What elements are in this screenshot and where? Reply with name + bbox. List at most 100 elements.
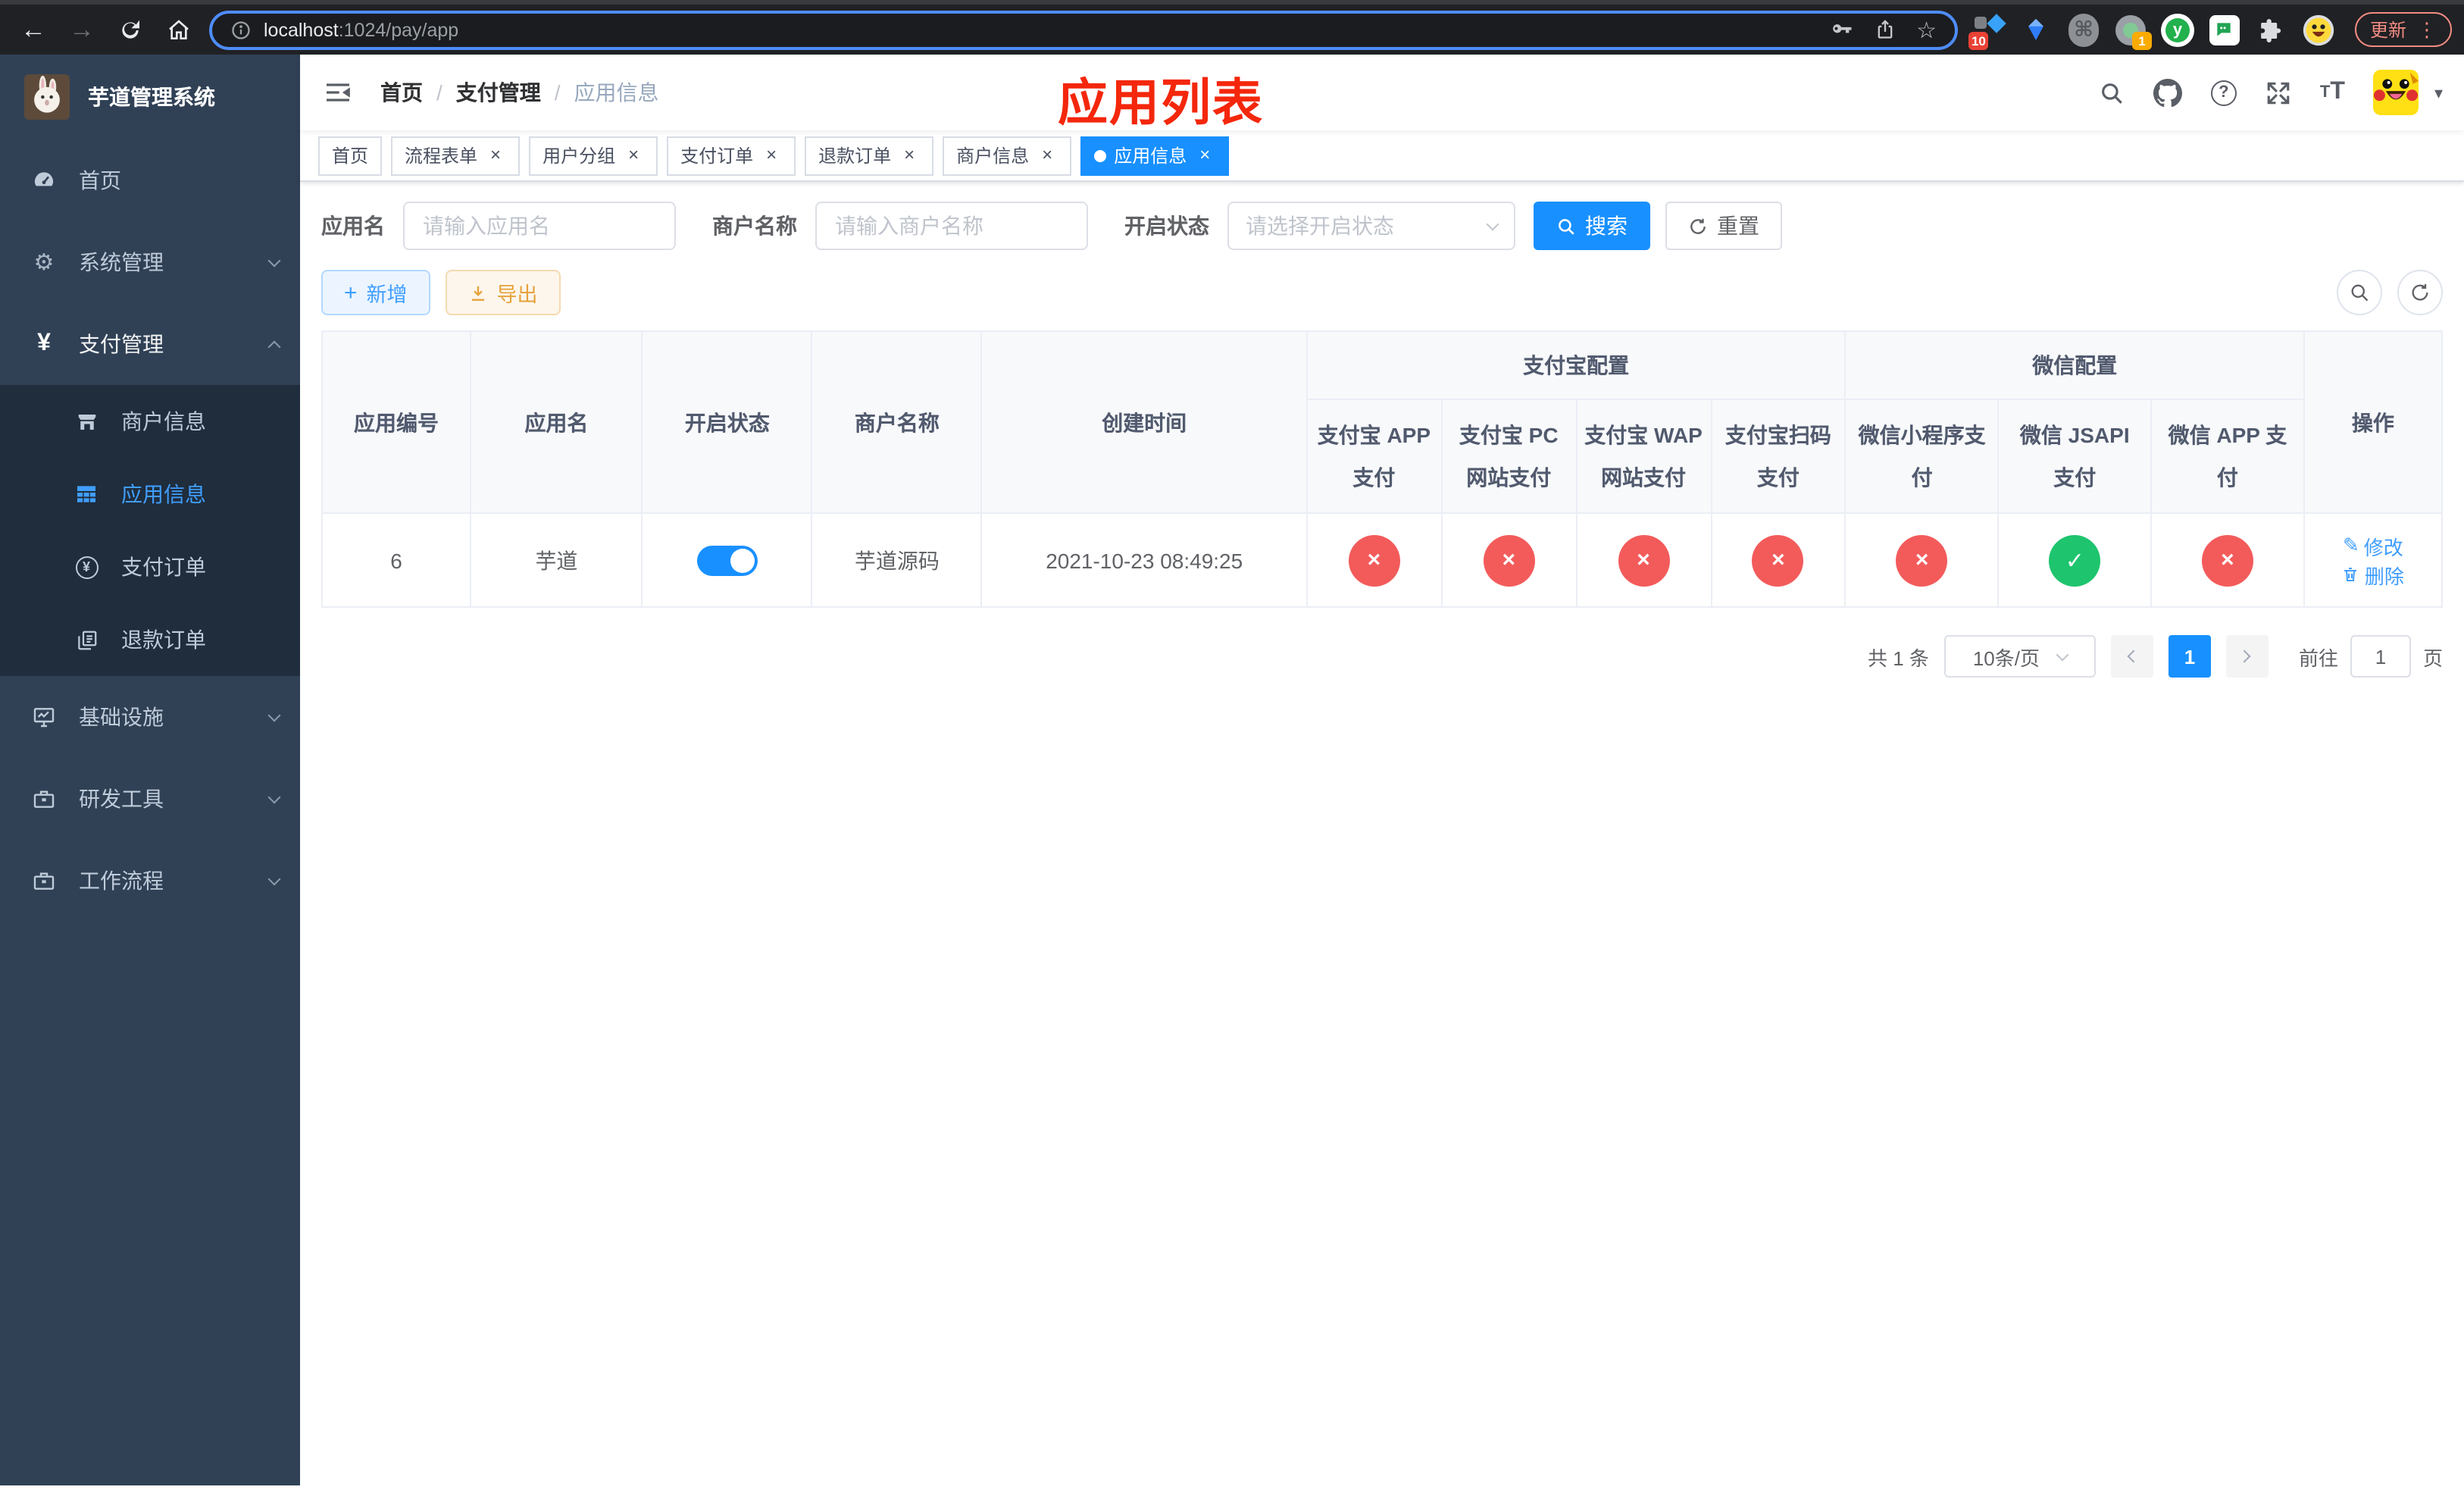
sidebar-item-home[interactable]: 首页 xyxy=(0,139,300,221)
refresh-button[interactable] xyxy=(2397,270,2443,315)
tab-home[interactable]: 首页 xyxy=(318,136,383,175)
font-size-icon[interactable]: TT xyxy=(2320,79,2345,106)
github-icon[interactable] xyxy=(2153,78,2182,107)
extension-chat-icon[interactable] xyxy=(2208,13,2241,46)
extension-badge: 10 xyxy=(1968,31,1989,49)
extension-yudao-icon[interactable]: y xyxy=(2160,13,2194,46)
breadcrumb: 首页 / 支付管理 / 应用信息 xyxy=(380,77,659,108)
site-info-icon[interactable] xyxy=(230,19,252,40)
alipay-wap-status-icon: × xyxy=(1618,534,1670,586)
close-icon[interactable]: × xyxy=(485,144,506,166)
sidebar-item-app-info[interactable]: 应用信息 xyxy=(0,458,300,531)
sidebar-item-infrastructure[interactable]: 基础设施 xyxy=(0,676,300,758)
search-button[interactable]: 搜索 xyxy=(1534,202,1650,250)
add-button[interactable]: + 新增 xyxy=(321,270,430,315)
share-icon[interactable] xyxy=(1874,18,1895,41)
sidebar-collapse-icon[interactable] xyxy=(323,76,356,109)
app-name-input[interactable] xyxy=(403,202,676,250)
sidebar-item-pay-order[interactable]: ¥ 支付订单 xyxy=(0,531,300,603)
url-bar[interactable]: localhost:1024/pay/app ☆ xyxy=(209,10,1958,49)
close-icon[interactable]: × xyxy=(899,144,920,166)
tab-process-form[interactable]: 流程表单 × xyxy=(391,136,521,175)
chevron-up-icon xyxy=(267,340,281,354)
alipay-qr-status-icon: × xyxy=(1752,534,1804,586)
current-page-button[interactable]: 1 xyxy=(2168,635,2211,678)
status-select[interactable]: 请选择开启状态 xyxy=(1227,202,1515,250)
top-navbar: 首页 / 支付管理 / 应用信息 应用列表 ? T T ▾ xyxy=(300,55,2464,130)
enabled-toggle[interactable] xyxy=(696,545,758,575)
browser-extensions: 10 ⌘ 1 y 更新 ⋮ xyxy=(1968,12,2452,49)
col-wx-mini: 微信小程序支付 xyxy=(1844,399,2000,514)
close-icon[interactable]: × xyxy=(761,144,782,166)
extension-badge: 1 xyxy=(2131,31,2152,49)
close-icon[interactable]: × xyxy=(623,144,644,166)
merchant-name-label: 商户名称 xyxy=(712,214,797,238)
sidebar-item-system[interactable]: ⚙ 系统管理 xyxy=(0,221,300,303)
reset-button[interactable]: 重置 xyxy=(1665,202,1782,250)
extension-recorder-icon[interactable]: 1 xyxy=(2114,13,2152,49)
export-button[interactable]: 导出 xyxy=(445,270,561,315)
sidebar-item-dev-tools[interactable]: 研发工具 xyxy=(0,758,300,840)
page-unit-label: 页 xyxy=(2422,646,2443,669)
edit-button[interactable]: ✎ 修改 xyxy=(2343,531,2403,560)
chevron-down-icon xyxy=(267,708,281,722)
group-alipay-config: 支付宝配置 xyxy=(1305,330,1846,400)
next-page-button[interactable] xyxy=(2225,635,2269,678)
toolbox-icon xyxy=(30,869,58,893)
table-toolbar: + 新增 导出 xyxy=(321,270,2443,315)
cell-actions: ✎ 修改 删除 xyxy=(2303,512,2444,608)
toggle-search-button[interactable] xyxy=(2337,270,2382,315)
monitor-icon xyxy=(30,705,58,729)
page-annotation: 应用列表 xyxy=(1058,74,1264,130)
avatar-caret-icon[interactable]: ▾ xyxy=(2434,83,2443,102)
app-title: 芋道管理系统 xyxy=(88,85,215,109)
chevron-down-icon xyxy=(267,790,281,803)
back-icon[interactable]: ← xyxy=(12,8,55,51)
reload-icon[interactable] xyxy=(109,8,152,51)
home-icon[interactable] xyxy=(158,8,200,51)
logo-rabbit-image xyxy=(24,74,70,120)
extension-grid-icon[interactable]: 10 xyxy=(1968,13,2006,49)
sidebar-logo[interactable]: 芋道管理系统 xyxy=(0,55,300,139)
goto-label: 前往 xyxy=(2298,646,2338,669)
wx-mini-status-icon: × xyxy=(1896,534,1948,586)
browser-update-button[interactable]: 更新 ⋮ xyxy=(2354,12,2452,47)
profile-avatar[interactable] xyxy=(2302,13,2335,46)
delete-button[interactable]: 删除 xyxy=(2342,560,2404,589)
browser-menu-icon[interactable]: ⋮ xyxy=(2417,17,2437,42)
yen-icon: ¥ xyxy=(37,330,51,356)
merchant-name-input[interactable] xyxy=(815,202,1088,250)
tab-pay-order[interactable]: 支付订单 × xyxy=(667,136,796,175)
tab-refund-order[interactable]: 退款订单 × xyxy=(805,136,934,175)
help-icon[interactable]: ? xyxy=(2210,80,2237,105)
prev-page-button[interactable] xyxy=(2110,635,2153,678)
browser-toolbar: ← → localhost:1024/pay/app ☆ 10 ⌘ 1 y 更… xyxy=(0,0,2464,55)
pencil-icon: ✎ xyxy=(2342,534,2359,556)
extension-command-icon[interactable]: ⌘ xyxy=(2067,13,2100,46)
sidebar-item-workflow[interactable]: 工作流程 xyxy=(0,840,300,922)
tab-merchant-info[interactable]: 商户信息 × xyxy=(943,136,1072,175)
filter-form: 应用名 商户名称 开启状态 请选择开启状态 xyxy=(321,202,2443,250)
extension-gem-icon[interactable] xyxy=(2020,13,2053,46)
fullscreen-icon[interactable] xyxy=(2265,80,2291,105)
col-app-name: 应用名 xyxy=(470,330,643,514)
sidebar-item-merchant-info[interactable]: 商户信息 xyxy=(0,385,300,458)
forward-icon[interactable]: → xyxy=(61,8,103,51)
sidebar-item-payment[interactable]: ¥ 支付管理 xyxy=(0,303,300,385)
url-path: :1024/pay/app xyxy=(338,19,459,40)
header-search-icon[interactable] xyxy=(2099,80,2125,105)
password-key-icon[interactable] xyxy=(1830,18,1853,41)
close-icon[interactable]: × xyxy=(1037,144,1058,166)
breadcrumb-payment[interactable]: 支付管理 xyxy=(456,77,541,108)
breadcrumb-home[interactable]: 首页 xyxy=(380,77,423,108)
tab-user-group[interactable]: 用户分组 × xyxy=(529,136,658,175)
goto-page-input[interactable] xyxy=(2350,635,2411,678)
user-avatar[interactable] xyxy=(2373,70,2419,115)
extensions-puzzle-icon[interactable] xyxy=(2255,13,2288,46)
sidebar-item-refund-order[interactable]: 退款订单 xyxy=(0,603,300,676)
tab-app-info[interactable]: 应用信息 × xyxy=(1080,136,1230,175)
bookmark-star-icon[interactable]: ☆ xyxy=(1916,16,1937,43)
close-icon[interactable]: × xyxy=(1194,144,1215,166)
page-size-select[interactable]: 10条/页 xyxy=(1943,635,2096,678)
alipay-pc-status-icon: × xyxy=(1483,534,1535,586)
